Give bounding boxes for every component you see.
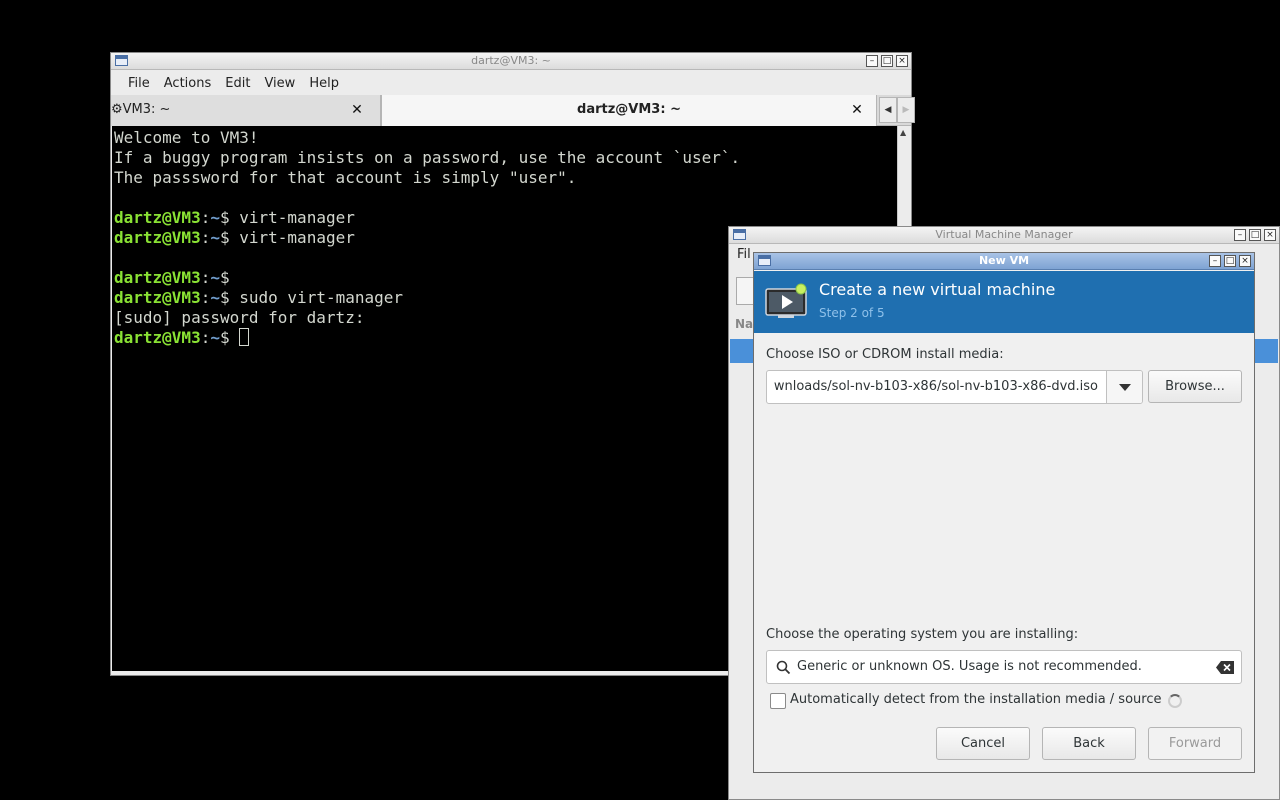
prompt-separator: : — [200, 288, 211, 307]
chevron-down-icon[interactable] — [1106, 371, 1142, 403]
tab-inactive[interactable]: ⚙VM3: ~ — [111, 95, 381, 126]
prompt-path: ~ — [210, 288, 220, 307]
minimize-icon[interactable]: – — [1234, 229, 1246, 241]
back-button[interactable]: Back — [1042, 727, 1136, 760]
new-vm-icon — [765, 283, 807, 318]
menu-file[interactable]: File — [121, 76, 157, 91]
os-label: Choose the operating system you are inst… — [766, 627, 1079, 642]
prompt-separator: : — [200, 328, 211, 347]
prompt-separator: : — [200, 228, 211, 247]
prompt-symbol: $ — [219, 208, 230, 227]
tab-active[interactable]: dartz@VM3: ~ — [381, 95, 877, 126]
autodetect-label[interactable]: Automatically detect from the installati… — [790, 692, 1161, 707]
command-text: virt-manager — [229, 228, 355, 247]
prompt-path: ~ — [210, 228, 220, 247]
terminal-menubar: File Actions Edit View Help — [111, 71, 911, 95]
prompt-symbol: $ — [219, 228, 230, 247]
search-icon — [776, 660, 791, 675]
vmm-selected-row-edge[interactable] — [1252, 339, 1278, 363]
vmm-column-header: Na — [735, 317, 754, 331]
autodetect-checkbox[interactable] — [770, 693, 786, 709]
clear-icon[interactable] — [1216, 661, 1234, 674]
prompt-path: ~ — [210, 328, 220, 347]
prompt-symbol: $ — [219, 268, 230, 287]
tab-label: dartz@VM3: ~ — [577, 102, 681, 117]
command-text — [230, 328, 240, 347]
vmm-titlebar[interactable]: Virtual Machine Manager – □ × — [729, 227, 1279, 244]
tab-scroll-right-icon[interactable]: ▶ — [897, 97, 915, 123]
vmm-window-title: Virtual Machine Manager — [935, 228, 1073, 241]
new-vm-titlebar[interactable]: New VM – □ × — [754, 253, 1254, 270]
prompt-user: dartz@VM3 — [114, 288, 201, 307]
browse-button[interactable]: Browse... — [1148, 370, 1242, 403]
vmm-menu-file[interactable]: Fil — [737, 247, 751, 262]
terminal-line: The passsword for that account is simply… — [114, 168, 577, 187]
terminal-titlebar[interactable]: dartz@VM3: ~ – □ × — [111, 53, 911, 70]
command-text: virt-manager — [229, 208, 355, 227]
menu-edit[interactable]: Edit — [218, 76, 257, 91]
prompt-user: dartz@VM3 — [114, 328, 201, 347]
new-vm-window-title: New VM — [978, 254, 1030, 267]
prompt-user: dartz@VM3 — [114, 208, 201, 227]
menu-view[interactable]: View — [257, 76, 302, 91]
text-cursor — [239, 328, 250, 346]
iso-label: Choose ISO or CDROM install media: — [766, 347, 1004, 362]
tab-close-icon[interactable]: ✕ — [849, 102, 865, 118]
wizard-title: Create a new virtual machine — [819, 280, 1056, 299]
forward-button[interactable]: Forward — [1148, 727, 1242, 760]
iso-path-combo[interactable]: wnloads/sol-nv-b103-x86/sol-nv-b103-x86-… — [766, 370, 1143, 404]
menu-help[interactable]: Help — [302, 76, 346, 91]
prompt-user: dartz@VM3 — [114, 268, 201, 287]
prompt-separator: : — [200, 268, 211, 287]
maximize-icon[interactable]: □ — [881, 55, 893, 67]
prompt-path: ~ — [210, 268, 220, 287]
minimize-icon[interactable]: – — [1209, 255, 1221, 267]
wizard-header: Create a new virtual machine Step 2 of 5 — [754, 271, 1254, 333]
prompt-user: dartz@VM3 — [114, 228, 201, 247]
terminal-window-title: dartz@VM3: ~ — [471, 54, 551, 67]
iso-path-value[interactable]: wnloads/sol-nv-b103-x86/sol-nv-b103-x86-… — [774, 379, 1098, 394]
prompt-symbol: $ — [219, 288, 230, 307]
maximize-icon[interactable]: □ — [1249, 229, 1261, 241]
wizard-step: Step 2 of 5 — [819, 306, 885, 320]
new-vm-dialog: New VM – □ × Create a new virtual machin… — [753, 252, 1255, 773]
terminal-line: If a buggy program insists on a password… — [114, 148, 741, 167]
menu-actions[interactable]: Actions — [157, 76, 219, 91]
prompt-separator: : — [200, 208, 211, 227]
terminal-line: dartz@VM3:~$ virt-manager — [114, 208, 895, 228]
close-icon[interactable]: × — [1239, 255, 1251, 267]
os-search-input[interactable]: Generic or unknown OS. Usage is not reco… — [766, 650, 1242, 684]
cancel-button[interactable]: Cancel — [936, 727, 1030, 760]
minimize-icon[interactable]: – — [866, 55, 878, 67]
close-icon[interactable]: × — [896, 55, 908, 67]
loading-spinner-icon — [1168, 694, 1182, 708]
command-text: sudo virt-manager — [229, 288, 404, 307]
maximize-icon[interactable]: □ — [1224, 255, 1236, 267]
scroll-up-icon[interactable]: ▲ — [900, 128, 906, 137]
close-icon[interactable]: × — [1264, 229, 1276, 241]
tab-close-icon[interactable]: ✕ — [349, 102, 365, 118]
terminal-tabbar: ⚙VM3: ~ ✕ dartz@VM3: ~ ✕ ◀ ▶ — [111, 95, 915, 126]
os-search-value: Generic or unknown OS. Usage is not reco… — [797, 659, 1142, 674]
prompt-symbol: $ — [219, 328, 230, 347]
tab-scroll-left-icon[interactable]: ◀ — [879, 97, 897, 123]
prompt-path: ~ — [210, 208, 220, 227]
terminal-line: Welcome to VM3! — [114, 128, 259, 147]
tab-label: ⚙VM3: ~ — [111, 102, 171, 117]
